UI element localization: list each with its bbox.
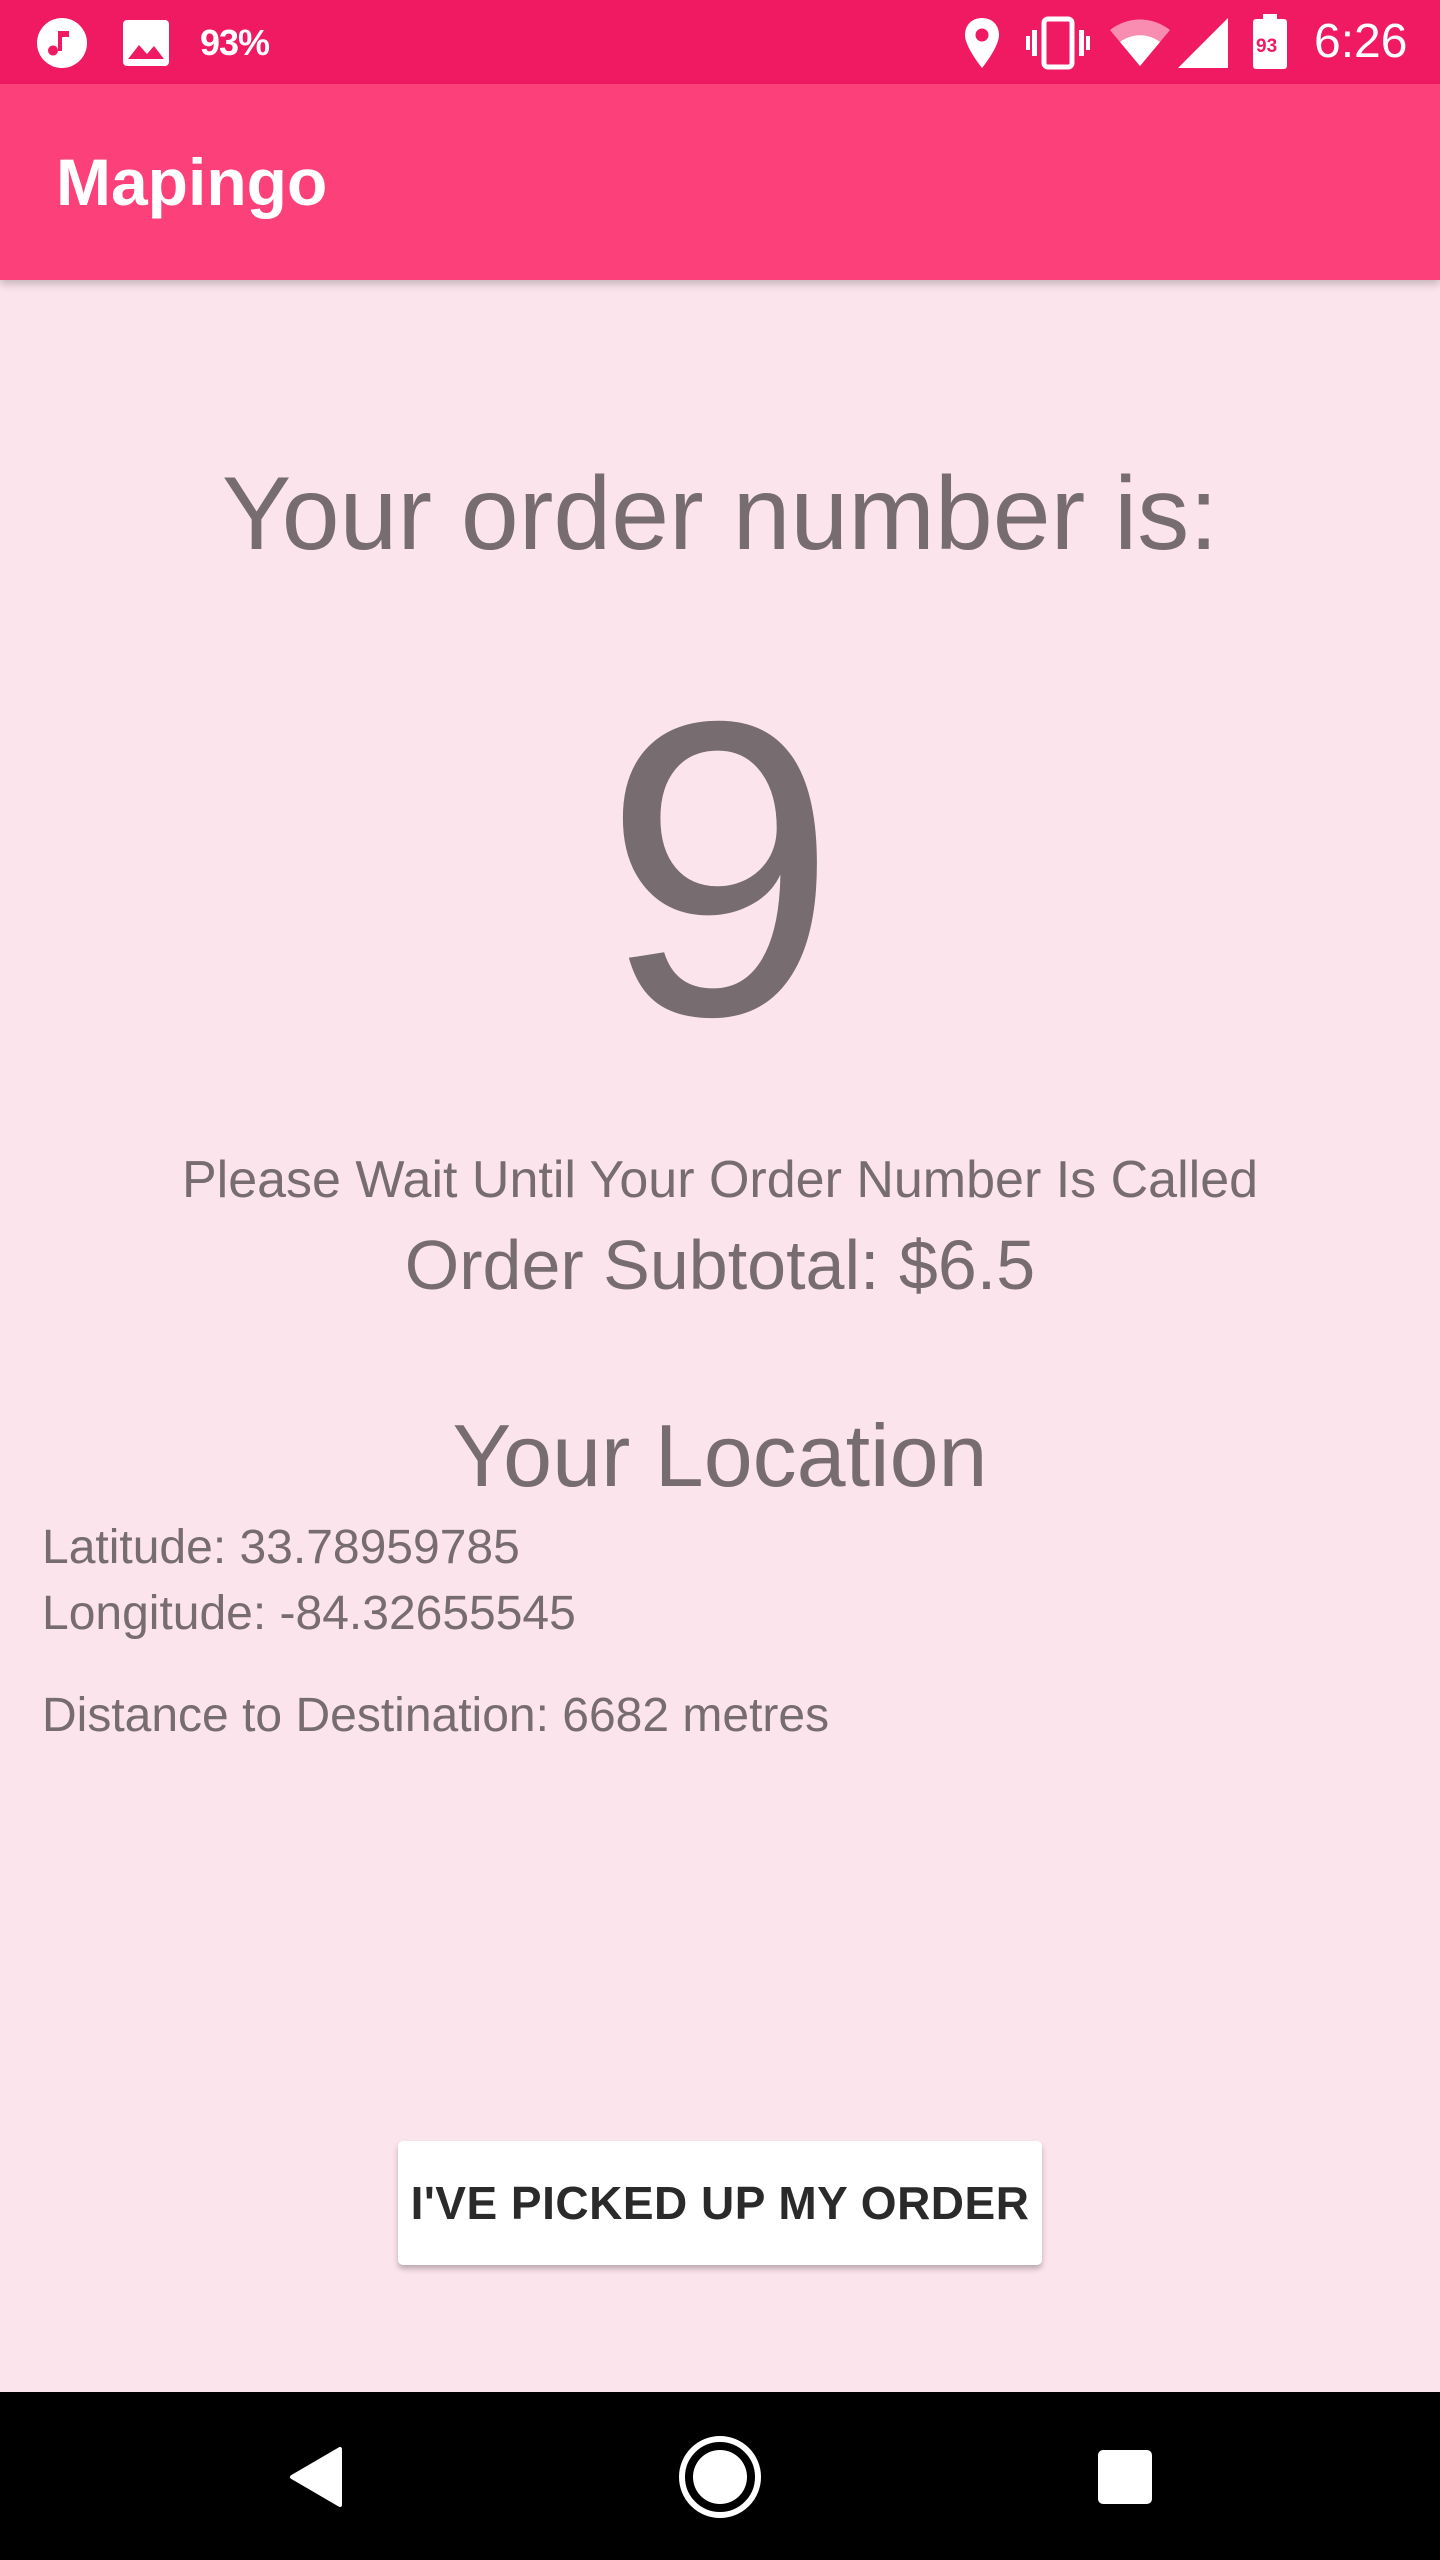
wait-message: Please Wait Until Your Order Number Is C…: [181, 1151, 1259, 1209]
location-pin-icon: [962, 16, 1002, 75]
order-number-heading: Your order number is:: [221, 456, 1219, 572]
status-time: 6:26: [1314, 15, 1408, 68]
battery-level-label: 93: [1256, 36, 1278, 57]
order-subtotal: Order Subtotal: $6.5: [404, 1226, 1036, 1304]
status-bar: 93% 93 6:26: [0, 0, 1440, 84]
picked-up-order-button[interactable]: I'VE PICKED UP MY ORDER: [398, 2141, 1042, 2265]
app-bar: Mapingo: [0, 84, 1440, 280]
battery-percent-label: 93%: [200, 22, 270, 63]
app-title: Mapingo: [56, 145, 328, 219]
image-icon: [122, 19, 170, 72]
wifi-icon: [1108, 18, 1172, 73]
order-number: 9: [603, 635, 837, 1104]
recents-icon[interactable]: [1080, 2432, 1170, 2522]
music-note-icon: [36, 17, 88, 74]
distance-text: Distance to Destination: 6682 metres: [42, 1689, 830, 1742]
cell-signal-icon: [1176, 16, 1230, 75]
latitude-text: Latitude: 33.78959785: [42, 1521, 520, 1574]
longitude-text: Longitude: -84.32655545: [42, 1587, 576, 1640]
screen: 93% 93 6:26 Mapingo Your order number is…: [0, 0, 1440, 2560]
navigation-bar: [0, 2392, 1440, 2560]
vibrate-icon: [1026, 16, 1090, 75]
battery-icon: 93: [1252, 14, 1288, 75]
location-heading: Your Location: [452, 1406, 988, 1505]
back-icon[interactable]: [272, 2432, 362, 2522]
home-icon[interactable]: [675, 2432, 765, 2522]
